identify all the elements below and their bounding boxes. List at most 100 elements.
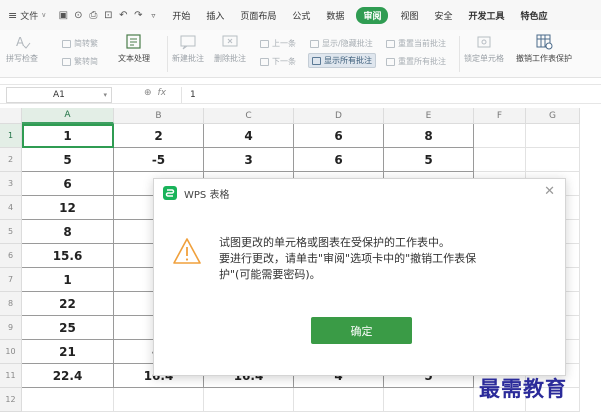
cell-a3[interactable]: 6 xyxy=(22,172,114,196)
column-header-e[interactable]: E xyxy=(384,108,474,124)
column-header-g[interactable]: G xyxy=(526,108,580,124)
column-header-b[interactable]: B xyxy=(114,108,204,124)
spellcheck-button[interactable]: A 拼写检查 xyxy=(6,34,38,64)
row-header-6[interactable]: 6 xyxy=(0,244,22,268)
fx-icon[interactable]: fx xyxy=(158,88,167,98)
row-header-9[interactable]: 9 xyxy=(0,316,22,340)
hamburger-icon: ≡ xyxy=(8,8,18,22)
undo-icon[interactable]: ↶ xyxy=(118,10,128,21)
file-menu[interactable]: ≡ 文件 ∨ xyxy=(0,9,52,22)
redo-icon[interactable]: ↷ xyxy=(133,10,143,21)
tab-security[interactable]: 安全 xyxy=(426,6,460,25)
row-header-8[interactable]: 8 xyxy=(0,292,22,316)
reset-all-label: 重置所有批注 xyxy=(398,57,446,66)
column-header-c[interactable]: C xyxy=(204,108,294,124)
cell-a7[interactable]: 1 xyxy=(22,268,114,292)
cell-a2[interactable]: 5 xyxy=(22,148,114,172)
unprotect-sheet-button[interactable]: 撤销工作表保护 xyxy=(516,34,572,64)
close-icon[interactable]: ✕ xyxy=(544,185,555,199)
tab-page-layout[interactable]: 页面布局 xyxy=(232,6,284,25)
cell-a1[interactable]: 1 xyxy=(22,124,114,148)
name-box[interactable]: A1 ▾ xyxy=(6,87,112,103)
ok-button[interactable]: 确定 xyxy=(311,317,412,344)
column-header-a[interactable]: A xyxy=(22,108,114,124)
next-icon xyxy=(260,57,269,66)
tab-features[interactable]: 特色应 xyxy=(513,6,556,25)
new-comment-label: 新建批注 xyxy=(172,54,204,63)
row-header-4[interactable]: 4 xyxy=(0,196,22,220)
tab-review[interactable]: 审阅 xyxy=(356,6,389,24)
ribbon-tabs: 开始 插入 页面布局 公式 数据 审阅 视图 安全 开发工具 特色应 xyxy=(164,6,555,25)
cell-d12[interactable] xyxy=(294,388,384,412)
cell-f2[interactable] xyxy=(474,148,526,172)
cell-a8[interactable]: 22 xyxy=(22,292,114,316)
cell-d1[interactable]: 6 xyxy=(294,124,384,148)
cell-b1[interactable]: 2 xyxy=(114,124,204,148)
cell-g2[interactable] xyxy=(526,148,580,172)
column-header-f[interactable]: F xyxy=(474,108,526,124)
delete-comment-button[interactable]: 删除批注 xyxy=(214,34,246,64)
delete-comment-icon xyxy=(221,34,239,50)
lock-cell-button[interactable]: 锁定单元格 xyxy=(464,34,504,64)
zoom-icon[interactable]: ⊕ xyxy=(144,88,152,98)
cell-a10[interactable]: 21 xyxy=(22,340,114,364)
row-header-2[interactable]: 2 xyxy=(0,148,22,172)
cell-a5[interactable]: 8 xyxy=(22,220,114,244)
save-icon[interactable]: ▣ xyxy=(58,10,68,21)
show-all-icon xyxy=(312,56,321,65)
cell-a11[interactable]: 22.4 xyxy=(22,364,114,388)
unprotect-sheet-icon xyxy=(535,34,553,50)
chevron-down-icon[interactable]: ▾ xyxy=(103,91,107,99)
print-preview-icon[interactable]: ⊡ xyxy=(103,10,113,21)
reset-all-button[interactable]: 重置所有批注 xyxy=(386,56,446,67)
cell-c12[interactable] xyxy=(204,388,294,412)
new-comment-button[interactable]: 新建批注 xyxy=(172,34,204,64)
cell-c1[interactable]: 4 xyxy=(204,124,294,148)
message-line: 试图更改的单元格或图表在受保护的工作表中。 xyxy=(219,236,450,249)
row-header-7[interactable]: 7 xyxy=(0,268,22,292)
cell-f1[interactable] xyxy=(474,124,526,148)
message-line: 护"(可能需要密码)。 xyxy=(219,268,321,281)
cell-e1[interactable]: 8 xyxy=(384,124,474,148)
row-header-5[interactable]: 5 xyxy=(0,220,22,244)
row-header-3[interactable]: 3 xyxy=(0,172,22,196)
cell-a9[interactable]: 25 xyxy=(22,316,114,340)
show-all-comments-button[interactable]: 显示所有批注 xyxy=(308,53,376,68)
cloud-icon[interactable]: ⊙ xyxy=(73,10,83,21)
cell-a12[interactable] xyxy=(22,388,114,412)
prev-comment-button[interactable]: 上一条 xyxy=(260,38,296,49)
cell-e12[interactable] xyxy=(384,388,474,412)
cell-a6[interactable]: 15.6 xyxy=(22,244,114,268)
show-hide-comment-button[interactable]: 显示/隐藏批注 xyxy=(310,38,373,49)
row-header-11[interactable]: 11 xyxy=(0,364,22,388)
formula-input[interactable]: 1 xyxy=(181,87,595,103)
cell-a4[interactable]: 12 xyxy=(22,196,114,220)
cell-c2[interactable]: 3 xyxy=(204,148,294,172)
cell-e2[interactable]: 5 xyxy=(384,148,474,172)
show-hide-icon xyxy=(310,39,319,48)
comment-icon xyxy=(179,34,197,50)
trad-to-simp-button[interactable]: 简转繁 xyxy=(62,38,98,49)
show-hide-comment-label: 显示/隐藏批注 xyxy=(322,39,373,48)
customize-icon[interactable]: ▿ xyxy=(148,11,158,20)
tab-insert[interactable]: 插入 xyxy=(198,6,232,25)
cell-g1[interactable] xyxy=(526,124,580,148)
column-header-d[interactable]: D xyxy=(294,108,384,124)
print-icon[interactable]: ⎙ xyxy=(88,10,98,21)
cell-b12[interactable] xyxy=(114,388,204,412)
tab-view[interactable]: 视图 xyxy=(392,6,426,25)
text-process-button[interactable]: 文本处理 xyxy=(118,34,150,64)
tab-formulas[interactable]: 公式 xyxy=(284,6,318,25)
row-header-10[interactable]: 10 xyxy=(0,340,22,364)
simp-to-trad-button[interactable]: 繁转简 xyxy=(62,56,98,67)
row-header-12[interactable]: 12 xyxy=(0,388,22,412)
cell-d2[interactable]: 6 xyxy=(294,148,384,172)
cell-b2[interactable]: -5 xyxy=(114,148,204,172)
select-all-corner[interactable] xyxy=(0,108,22,124)
tab-data[interactable]: 数据 xyxy=(318,6,352,25)
next-comment-button[interactable]: 下一条 xyxy=(260,56,296,67)
row-header-1[interactable]: 1 xyxy=(0,124,22,148)
tab-developer[interactable]: 开发工具 xyxy=(460,6,512,25)
tab-home[interactable]: 开始 xyxy=(164,6,198,25)
reset-current-button[interactable]: 重置当前批注 xyxy=(386,38,446,49)
